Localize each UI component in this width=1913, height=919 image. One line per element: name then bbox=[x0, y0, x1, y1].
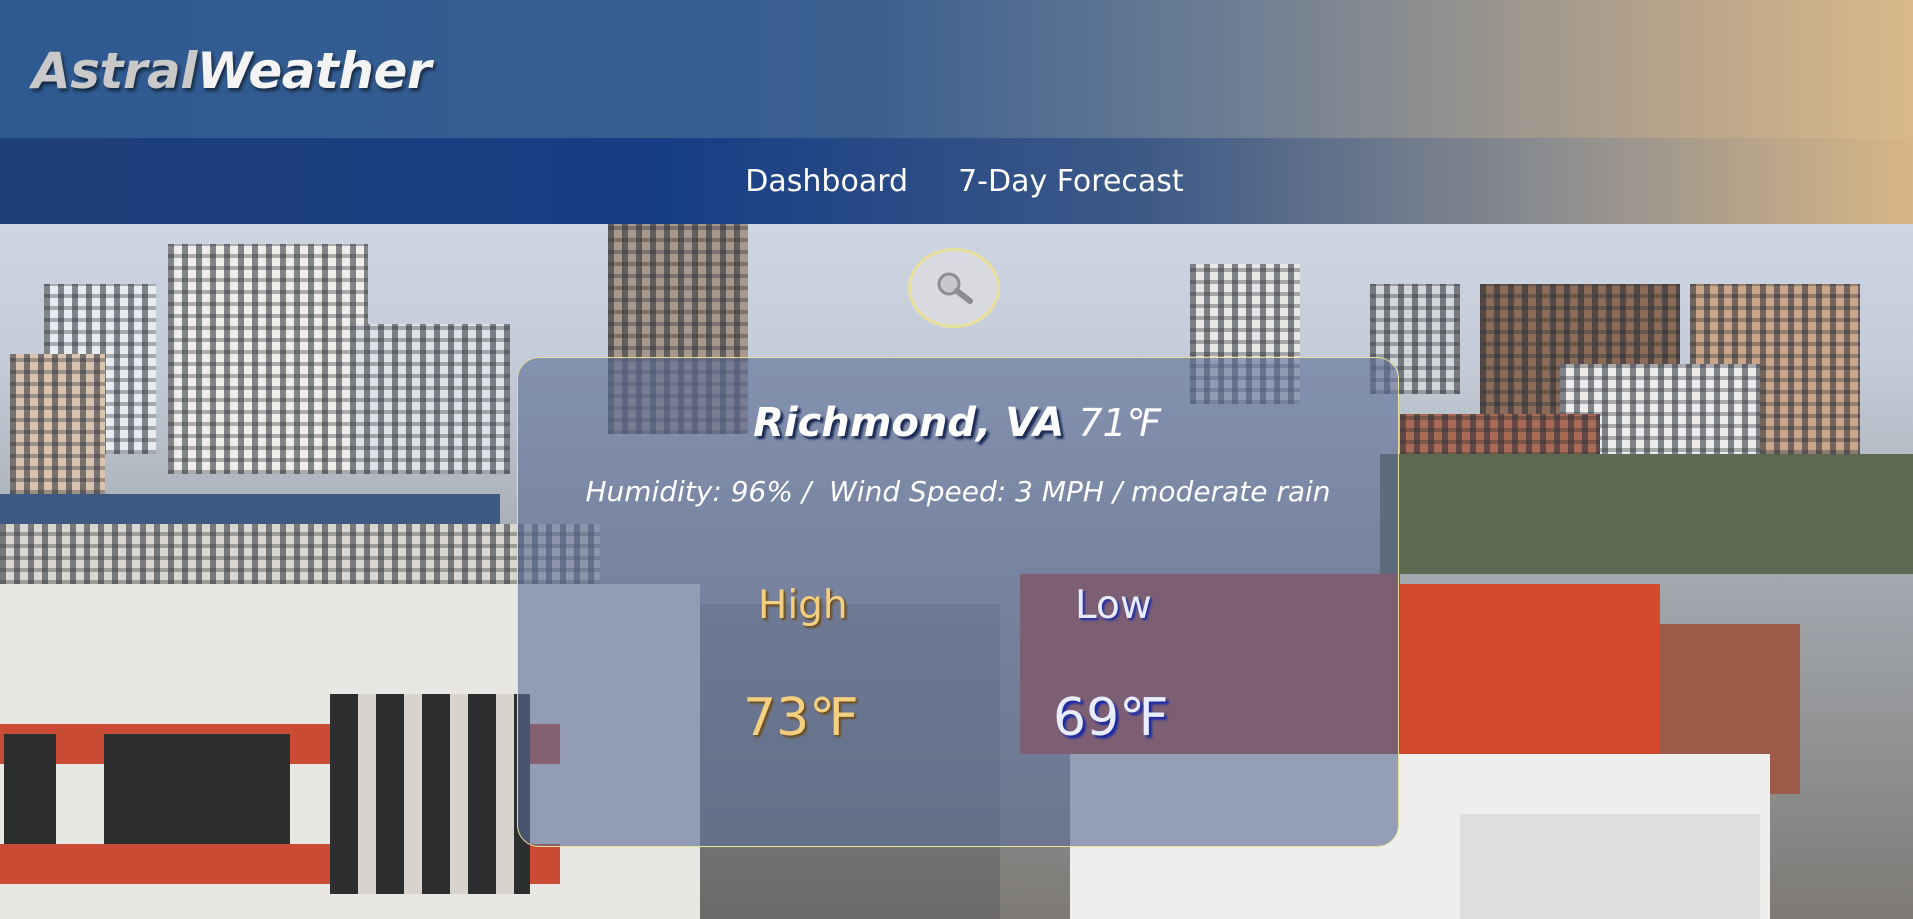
search-button[interactable] bbox=[908, 248, 1000, 328]
high-label: High bbox=[758, 583, 848, 628]
app-logo[interactable]: AstralWeather bbox=[32, 36, 432, 106]
nav-dashboard[interactable]: Dashboard bbox=[745, 164, 908, 199]
low-label: Low bbox=[1075, 583, 1152, 628]
weather-card: Richmond, VA 71℉ Humidity: 96% / Wind Spe… bbox=[517, 357, 1399, 847]
search-icon bbox=[937, 272, 973, 304]
city-name: Richmond, VA bbox=[753, 400, 1065, 446]
logo-text-weather: Weather bbox=[196, 42, 432, 100]
logo-text-astral: Astral bbox=[32, 42, 197, 100]
high-temperature: 73℉ bbox=[743, 688, 859, 748]
location-line: Richmond, VA 71℉ bbox=[518, 400, 1398, 446]
app-header: AstralWeather bbox=[0, 0, 1913, 138]
weather-details: Humidity: 96% / Wind Speed: 3 MPH / mode… bbox=[585, 475, 1331, 508]
current-temperature: 71℉ bbox=[1078, 401, 1163, 445]
main-nav: Dashboard 7-Day Forecast bbox=[0, 138, 1913, 224]
nav-7-day-forecast[interactable]: 7-Day Forecast bbox=[958, 164, 1184, 199]
low-temperature: 69℉ bbox=[1053, 688, 1169, 748]
